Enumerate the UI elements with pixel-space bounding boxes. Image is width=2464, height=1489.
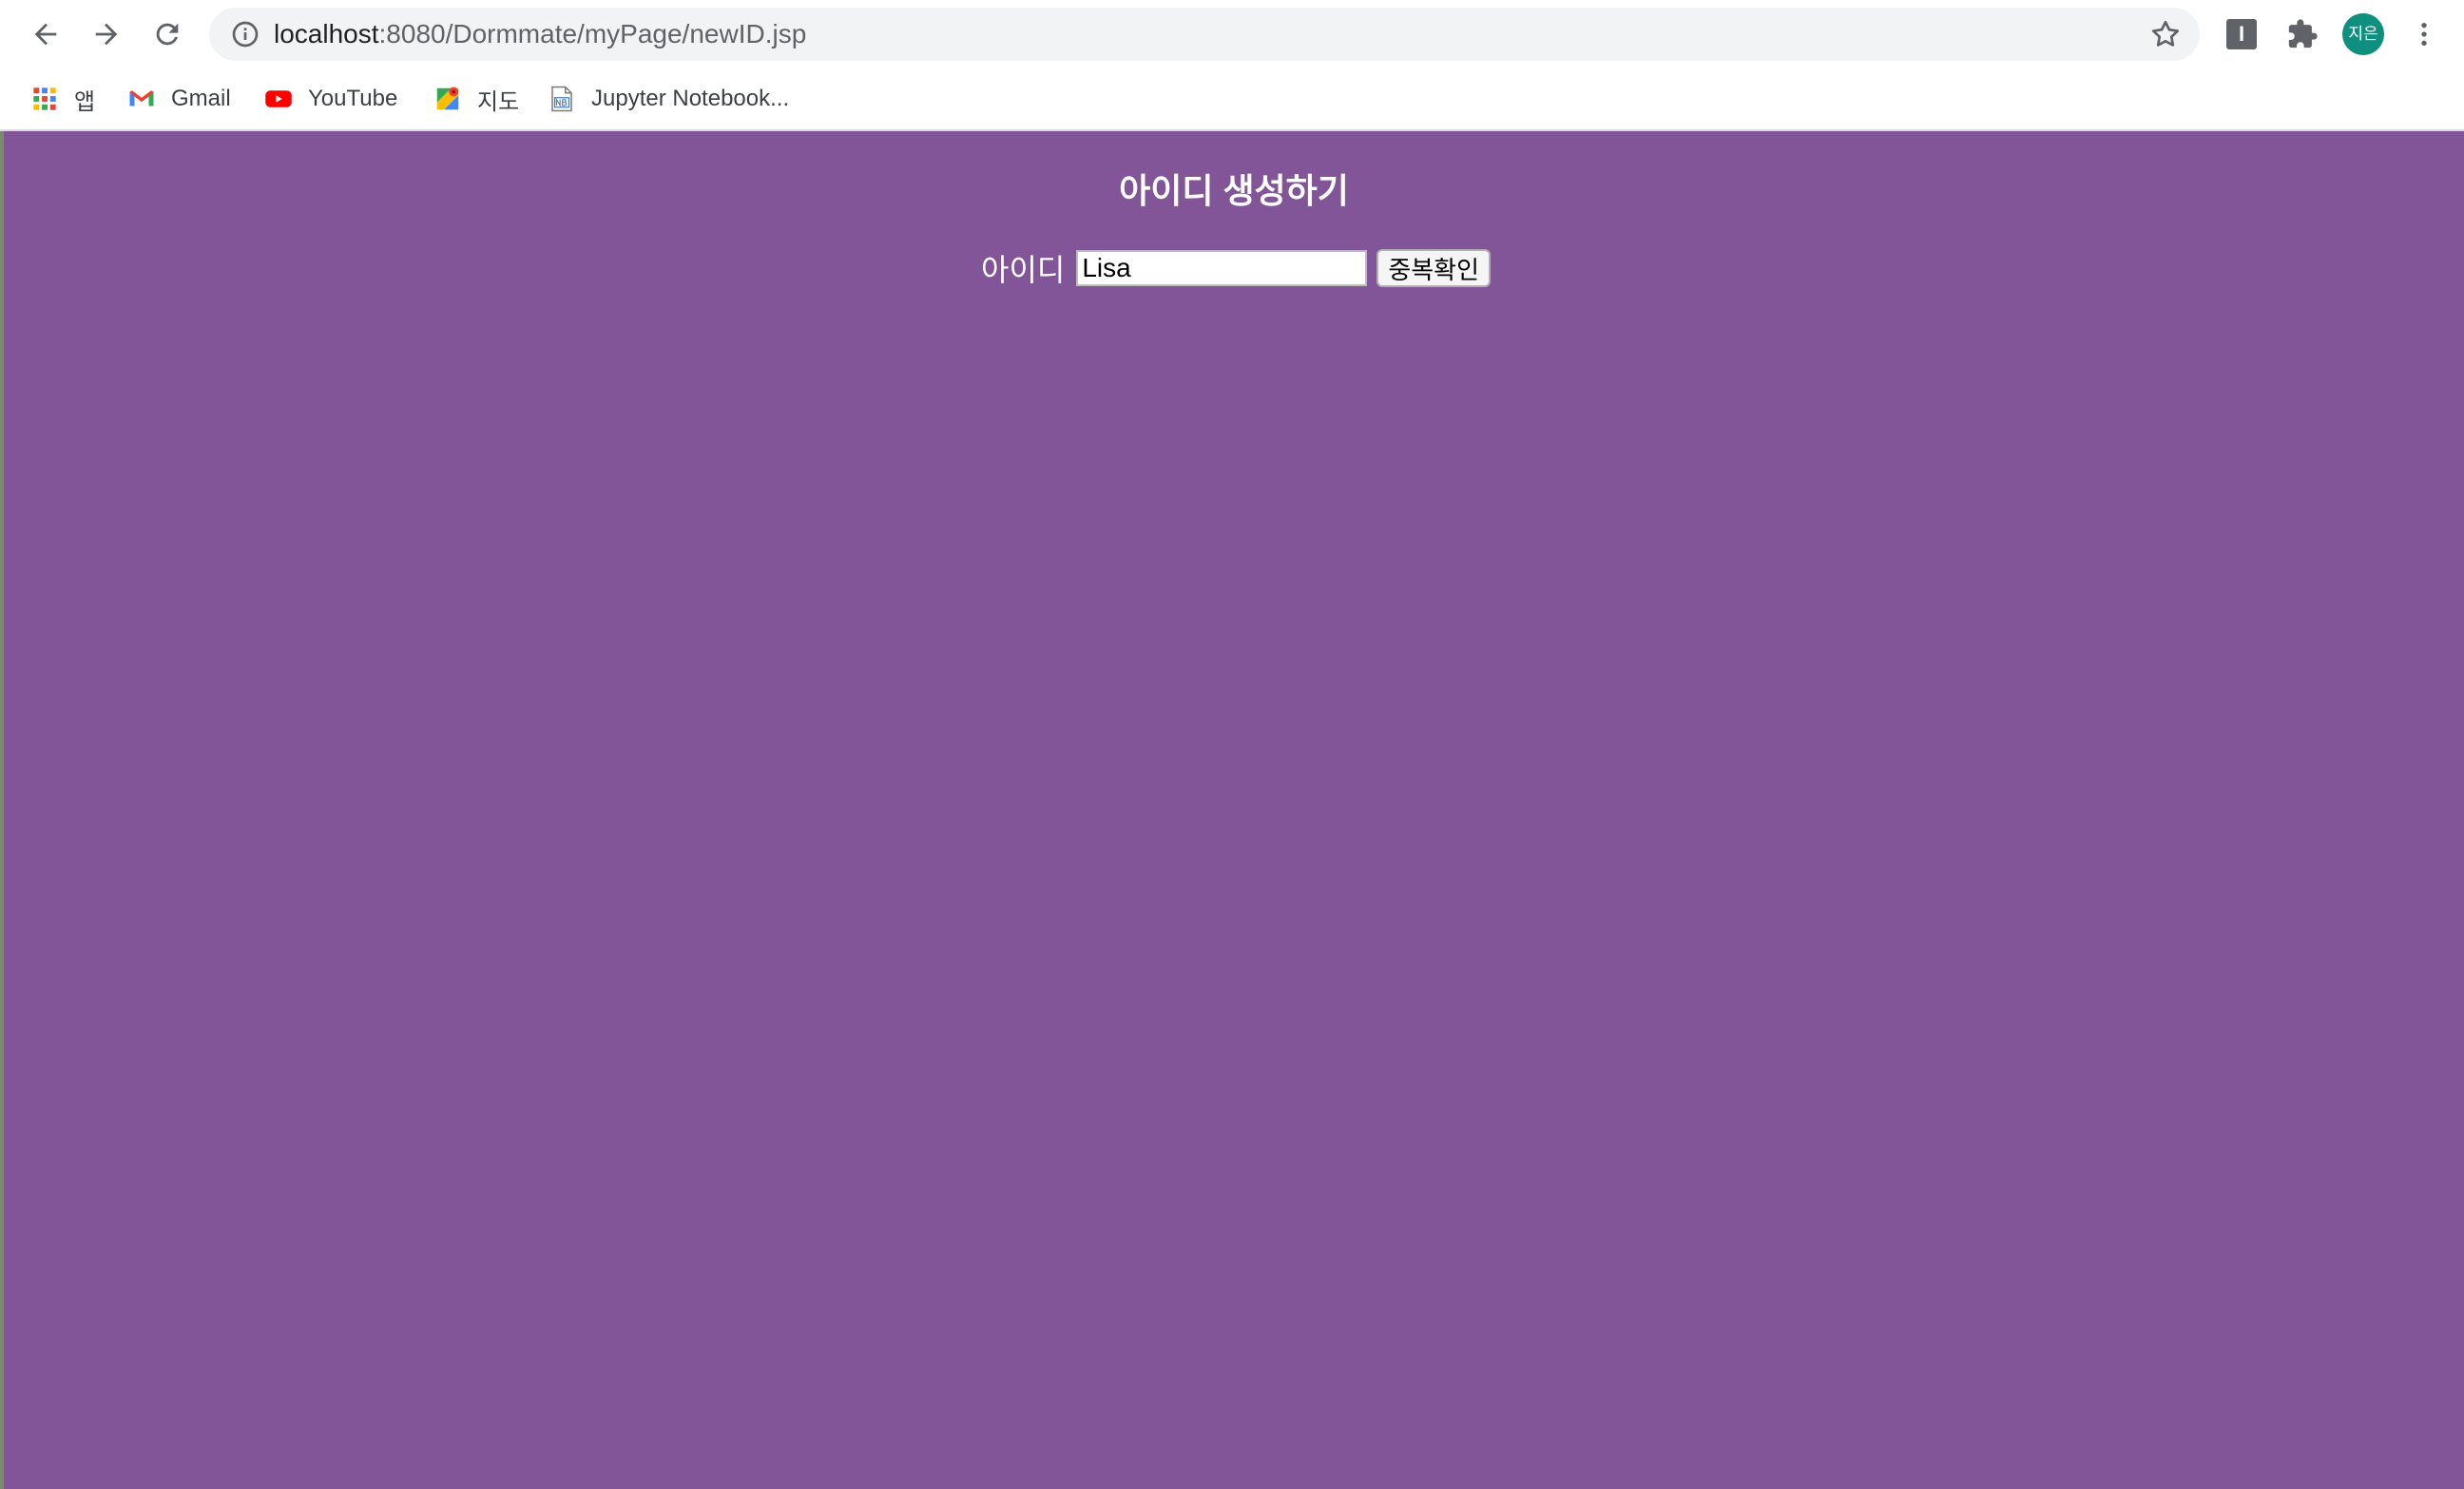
back-arrow-icon [34,23,57,46]
duplicate-check-button[interactable]: 중복확인 [1376,249,1492,287]
id-label: 아이디 [981,253,1066,287]
profile-avatar[interactable]: 지은 [2342,13,2384,55]
reload-button[interactable] [144,11,190,57]
apps-grid-icon [30,85,59,113]
browser-toolbar: localhost:8080/Dormmate/myPage/newID.jsp… [0,0,2464,68]
back-button[interactable] [23,11,68,57]
bookmark-maps[interactable]: 지도 [433,78,519,120]
page-title: 아이디 생성하기 [1119,171,1349,210]
notebook-icon [548,85,576,113]
address-bar[interactable]: localhost:8080/Dormmate/myPage/newID.jsp [209,8,2200,61]
bookmark-label: 지도 [477,88,520,115]
youtube-icon [264,85,293,113]
id-input[interactable] [1076,250,1368,286]
bookmark-label: Gmail [171,86,231,111]
bookmark-gmail[interactable]: Gmail [127,78,231,120]
gmail-icon [127,85,156,113]
page-body: 아이디 생성하기 아이디 중복확인 [4,131,2464,1489]
browser-menu-button[interactable] [2403,13,2445,55]
bookmark-star-icon[interactable] [2148,17,2183,51]
extensions-menu-button[interactable] [2281,13,2323,55]
forward-button[interactable] [84,11,129,57]
extension-icon: I [2226,19,2257,49]
kebab-menu-icon [2421,23,2427,46]
bookmark-jupyter[interactable]: Jupyter Notebook... [548,78,789,120]
bookmarks-bar: 앱 Gmail YouTube 지도 Jupyter Notebook... [0,68,2464,131]
bookmark-apps[interactable]: 앱 [30,78,95,120]
browser-window: localhost:8080/Dormmate/myPage/newID.jsp… [0,0,2464,1489]
forward-arrow-icon [95,23,118,46]
url-text[interactable]: localhost:8080/Dormmate/myPage/newID.jsp [274,8,806,61]
url-host: localhost [274,19,379,48]
extension-button[interactable]: I [2221,13,2262,55]
puzzle-piece-icon [2288,19,2318,48]
url-path: :8080/Dormmate/myPage/newID.jsp [378,19,807,48]
bookmark-youtube[interactable]: YouTube [264,78,397,120]
site-info-icon[interactable] [230,19,260,49]
reload-icon [156,23,179,46]
id-form: 아이디 중복확인 [981,247,1492,289]
bookmark-label: YouTube [308,86,398,111]
bookmark-label: 앱 [74,88,96,115]
maps-icon [433,85,462,113]
bookmark-label: Jupyter Notebook... [591,86,790,111]
